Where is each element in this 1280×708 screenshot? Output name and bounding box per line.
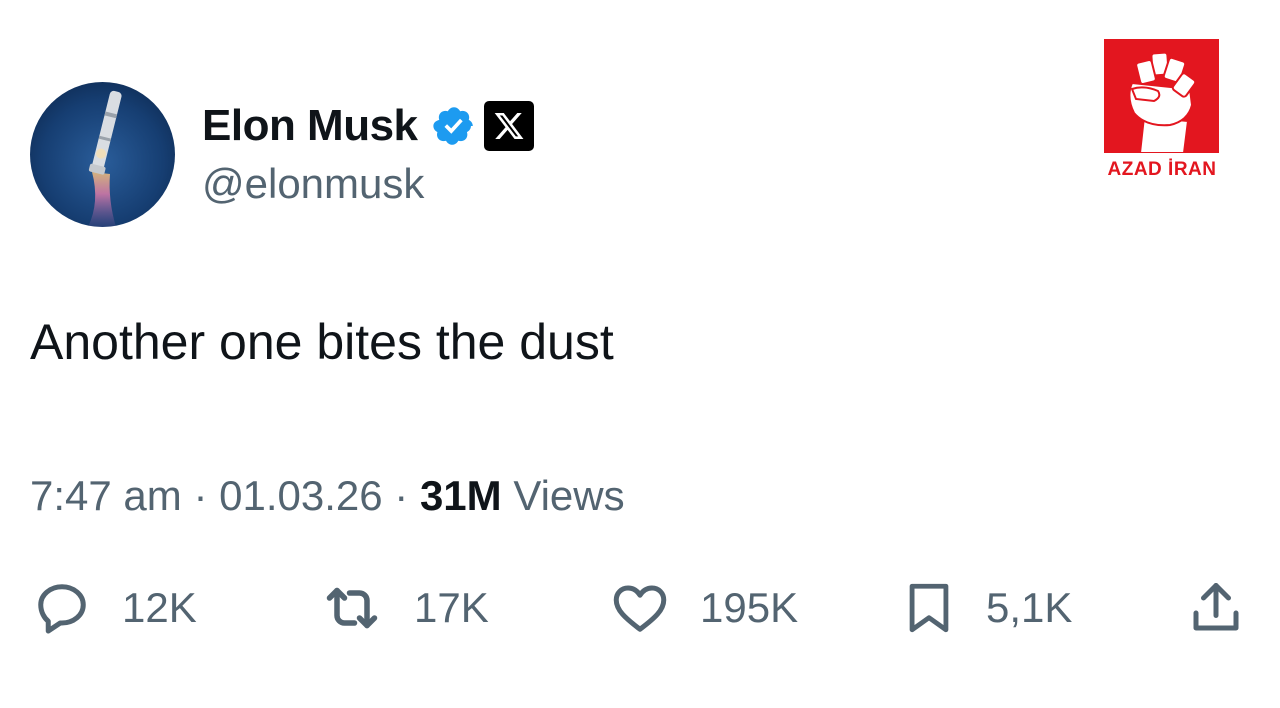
tweet-meta: 7:47 am · 01.03.26 · 31M Views (30, 472, 625, 520)
share-button[interactable] (1185, 578, 1247, 638)
name-row: Elon Musk (202, 98, 534, 154)
reply-icon (38, 584, 86, 634)
verified-badge-icon[interactable] (432, 104, 476, 148)
azad-iran-logo (1104, 39, 1219, 154)
reply-count: 12K (122, 584, 197, 631)
tweet-time[interactable]: 7:47 am (30, 472, 182, 519)
meta-separator: · (193, 472, 208, 519)
like-button[interactable]: 195K (608, 578, 798, 638)
tweet-text: Another one bites the dust (30, 314, 614, 370)
bookmark-count: 5,1K (986, 584, 1073, 631)
repost-button[interactable]: 17K (318, 578, 489, 638)
reply-button[interactable]: 12K (30, 578, 197, 638)
avatar[interactable] (30, 82, 175, 227)
repost-icon (326, 587, 378, 629)
repost-count: 17K (414, 584, 489, 631)
views-count: 31M (419, 472, 502, 519)
x-logo-icon (483, 101, 534, 151)
share-icon (1193, 583, 1239, 631)
display-name[interactable]: Elon Musk (202, 101, 418, 151)
heart-icon (613, 585, 667, 632)
like-count: 195K (700, 584, 799, 631)
azad-iran-logo-text: AZAD İRAN (1107, 159, 1217, 180)
bookmark-icon (909, 583, 949, 633)
avatar-rocket-image (30, 82, 175, 227)
views-label: Views (513, 472, 625, 519)
bookmark-button[interactable]: 5,1K (900, 578, 1072, 638)
tweet-date[interactable]: 01.03.26 (219, 472, 383, 519)
user-handle[interactable]: @elonmusk (202, 160, 424, 208)
meta-separator: · (394, 472, 409, 519)
raised-fist-icon (1128, 51, 1197, 154)
